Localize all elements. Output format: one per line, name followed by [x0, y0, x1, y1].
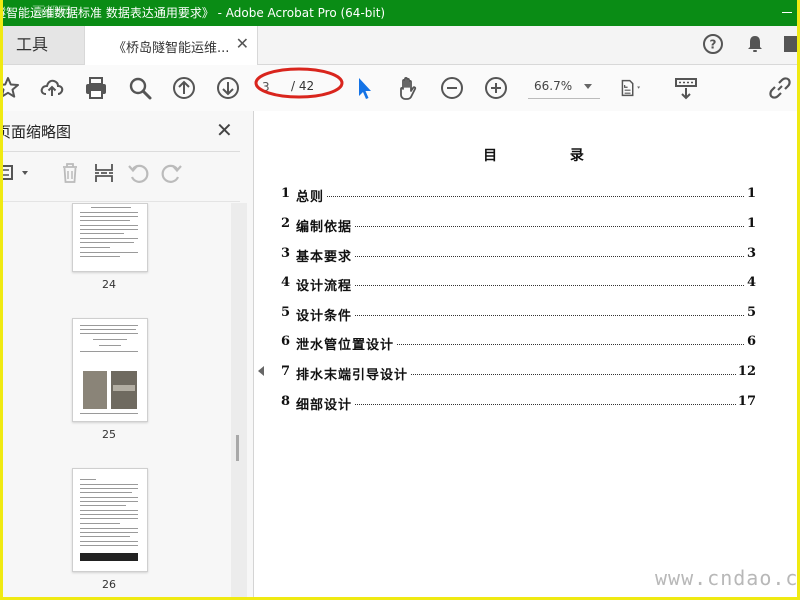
scrollbar-thumb[interactable]: [236, 435, 239, 461]
chevron-down-icon: [584, 84, 592, 89]
tab-document-label: 《桥岛隧智能运维...: [113, 41, 230, 56]
delete-page-icon[interactable]: [58, 161, 82, 185]
search-icon[interactable]: [126, 74, 154, 102]
thumbnail-options-icon[interactable]: [0, 161, 34, 185]
main-toolbar: / 42 66.7%: [0, 65, 800, 112]
thumbnail-scrollbar[interactable]: [231, 203, 247, 600]
site-watermark: www.cndao.com: [655, 566, 800, 590]
thumbnail-list: 24 25 26: [0, 203, 231, 600]
toc-entry[interactable]: 6 泄水管位置设计 6: [281, 334, 756, 353]
toc-entry-page: 1: [744, 216, 756, 231]
page-thumbnails-panel: 页面缩略图 ✕ 24 25 26: [0, 111, 254, 600]
toc-entry[interactable]: 7 排水末端引导设计 12: [281, 364, 756, 383]
title-bar: 隧智能运维数据标准 数据表达通用要求》 - Adobe Acrobat Pro …: [0, 0, 800, 26]
divider: [0, 151, 240, 152]
insert-page-icon[interactable]: [92, 161, 116, 185]
thumbnail-page-number: 26: [102, 578, 116, 591]
zoom-level-dropdown[interactable]: 66.7%: [528, 76, 600, 99]
toc-heading: 目 录: [483, 148, 618, 164]
close-tab-icon[interactable]: ✕: [236, 35, 249, 53]
next-page-icon[interactable]: [214, 74, 242, 102]
toc-entry-label: 排水末端引导设计: [296, 364, 411, 383]
user-account-icon[interactable]: [784, 33, 800, 59]
tab-tools[interactable]: 工具: [0, 26, 84, 64]
share-link-icon[interactable]: [766, 74, 794, 102]
panel-splitter[interactable]: [254, 111, 270, 600]
hand-tool-icon[interactable]: [394, 74, 422, 102]
thumbnail-page-number: 25: [102, 428, 116, 441]
print-icon[interactable]: [82, 74, 110, 102]
divider: [0, 201, 240, 202]
tab-bar: 工具 《桥岛隧智能运维... ✕ ?: [0, 26, 800, 65]
toc-entry-page: 6: [744, 334, 756, 349]
highlight-oval-annotation: [254, 67, 344, 99]
zoom-in-icon[interactable]: [482, 74, 510, 102]
toc-entry-page: 4: [744, 275, 756, 290]
tab-document[interactable]: 《桥岛隧智能运维... ✕: [84, 26, 258, 65]
select-cursor-icon[interactable]: [350, 74, 378, 102]
thumbnail-page-number: 24: [102, 278, 116, 291]
toc-entry-page: 17: [735, 394, 756, 409]
page-thumbnail[interactable]: [72, 468, 148, 572]
rotate-left-icon[interactable]: [126, 161, 150, 185]
toc-entry[interactable]: 8 细部设计 17: [281, 394, 756, 413]
toc-entry-label: 总则: [296, 186, 327, 205]
bookmark-star-icon[interactable]: [0, 74, 22, 102]
toc-entry-page: 5: [744, 305, 756, 320]
toc-entry-page: 3: [744, 246, 756, 261]
toc-entry-label: 基本要求: [296, 246, 355, 265]
page-fit-icon[interactable]: [618, 74, 656, 102]
notification-bell-icon[interactable]: [744, 33, 766, 59]
zoom-out-icon[interactable]: [438, 74, 466, 102]
toc-entry[interactable]: 3 基本要求 3: [281, 246, 756, 265]
page-thumbnail[interactable]: [72, 318, 148, 422]
previous-page-icon[interactable]: [170, 74, 198, 102]
toc-entry-label: 设计条件: [296, 305, 355, 324]
page-thumbnail[interactable]: [72, 203, 148, 272]
minimize-button[interactable]: [782, 0, 796, 26]
zoom-value: 66.7%: [534, 79, 573, 93]
toc-entry-label: 细部设计: [296, 394, 355, 413]
toc-entry-page: 1: [744, 186, 756, 201]
scrolling-mode-icon[interactable]: [672, 74, 700, 102]
cloud-upload-icon[interactable]: [38, 74, 66, 102]
toc-entry[interactable]: 4 设计流程 4: [281, 275, 756, 294]
toc-entry-page: 12: [735, 364, 756, 379]
toc-entry[interactable]: 5 设计条件 5: [281, 305, 756, 324]
close-panel-icon[interactable]: ✕: [216, 119, 233, 141]
toc-entry-label: 编制依据: [296, 216, 355, 235]
toc-entry-label: 设计流程: [296, 275, 355, 294]
panel-title: 页面缩略图: [0, 123, 72, 141]
svg-text:?: ?: [710, 38, 717, 52]
collapse-panel-icon[interactable]: [258, 366, 264, 376]
toc-entry[interactable]: 2 编制依据 1: [281, 216, 756, 235]
rotate-right-icon[interactable]: [160, 161, 184, 185]
document-view: 目 录 1 总则 1 2 编制依据 1 3 基本要求 3 4 设计流程 4 5 …: [270, 111, 797, 600]
toc-entry[interactable]: 1 总则 1: [281, 186, 756, 205]
toc-entry-label: 泄水管位置设计: [296, 334, 397, 353]
watermark-text: 百都网: [32, 5, 72, 20]
help-icon[interactable]: ?: [702, 33, 724, 59]
